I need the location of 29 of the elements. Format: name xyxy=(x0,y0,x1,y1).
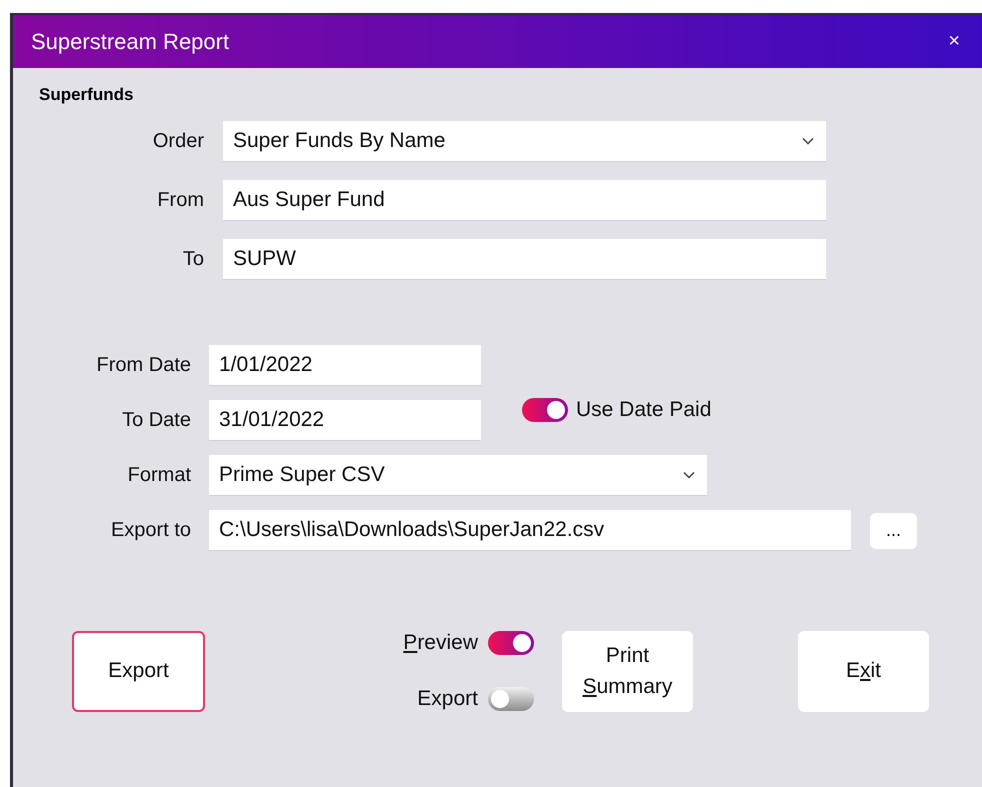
toggle-label: Use Date Paid xyxy=(576,398,712,422)
window-title: Superstream Report xyxy=(31,28,230,54)
field-label: Format xyxy=(126,464,191,487)
caret-icon xyxy=(683,471,695,479)
input-field[interactable]: 1/01/2022 xyxy=(209,345,481,386)
field-label: To xyxy=(182,248,204,271)
field-label: To Date xyxy=(121,409,191,432)
close-button[interactable]: × xyxy=(944,30,964,53)
toggle-label: Export xyxy=(417,687,478,711)
browse-button[interactable]: ... xyxy=(870,512,917,548)
toggle-switch[interactable] xyxy=(522,398,568,422)
dropdown[interactable]: Prime Super CSV xyxy=(209,455,707,496)
button[interactable]: Exit xyxy=(798,631,929,712)
toggle-label: Preview xyxy=(403,631,478,655)
field-label: From Date xyxy=(96,354,191,377)
button[interactable]: Print Summary xyxy=(562,631,693,712)
section-title: Superfunds xyxy=(39,84,134,106)
input-field[interactable]: SUPW xyxy=(223,239,826,280)
input-field[interactable]: 31/01/2022 xyxy=(209,400,481,441)
toggle-switch[interactable] xyxy=(488,631,534,655)
field-label: From xyxy=(156,189,204,212)
field-label: Export to xyxy=(110,519,191,542)
dropdown[interactable]: Super Funds By Name xyxy=(223,121,826,162)
field-label: Order xyxy=(152,130,204,153)
toggle-switch[interactable] xyxy=(488,687,534,711)
button[interactable]: Export xyxy=(72,631,205,712)
caret-icon xyxy=(802,137,814,145)
input-field[interactable]: C:\Users\lisa\Downloads\SuperJan22.csv xyxy=(209,510,851,551)
input-field[interactable]: Aus Super Fund xyxy=(223,180,826,221)
